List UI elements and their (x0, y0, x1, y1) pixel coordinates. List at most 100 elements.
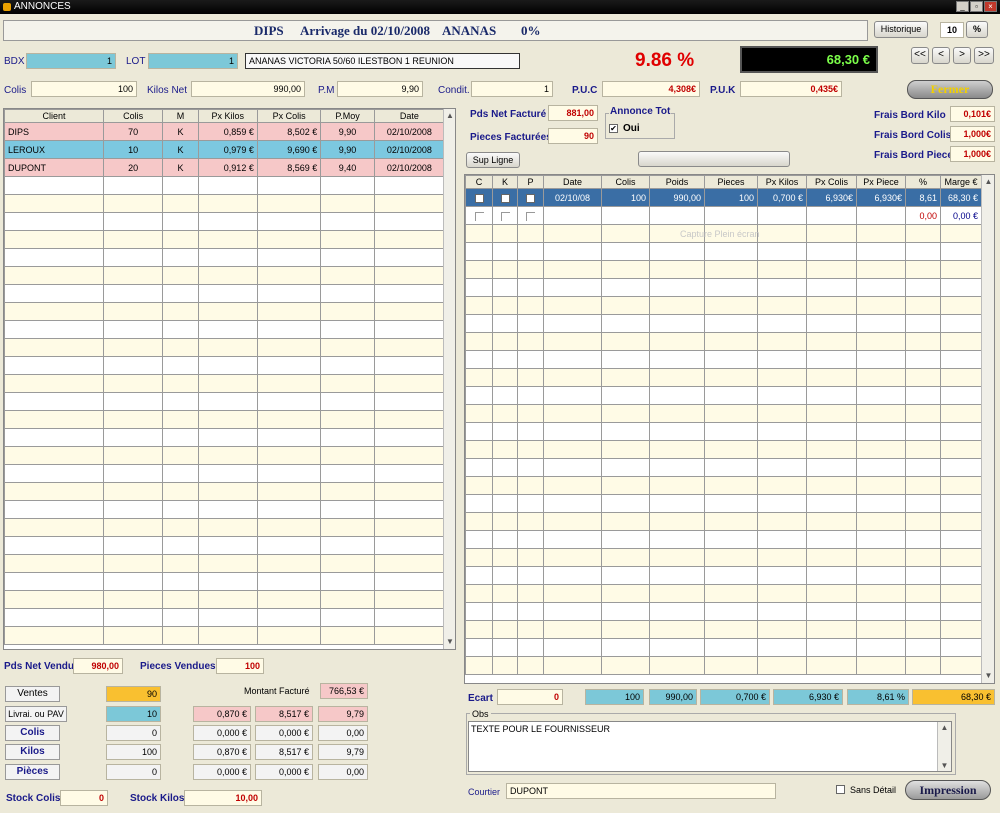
table-row[interactable] (4, 302, 446, 321)
pieces-facturees-field[interactable]: 90 (548, 128, 598, 144)
table-row[interactable] (4, 572, 446, 591)
table-cell[interactable] (649, 656, 705, 675)
table-cell[interactable] (757, 638, 807, 657)
table-cell[interactable]: 100 (704, 188, 758, 207)
table-row[interactable] (4, 338, 446, 357)
table-cell[interactable]: 0,979 € (197, 140, 258, 159)
table-cell[interactable] (757, 584, 807, 603)
table-cell[interactable] (517, 242, 544, 261)
table-cell[interactable] (373, 374, 446, 393)
table-cell[interactable] (162, 212, 199, 231)
table-row[interactable] (465, 656, 982, 675)
table-cell[interactable] (256, 248, 322, 267)
minimize-button[interactable]: _ (956, 1, 969, 12)
table-cell[interactable]: 6,930€ (806, 188, 857, 207)
table-cell[interactable] (601, 206, 650, 225)
historique-button[interactable]: Historique (874, 21, 928, 38)
table-cell[interactable] (373, 356, 446, 375)
table-cell[interactable] (373, 464, 446, 483)
table-cell[interactable]: K (162, 122, 199, 141)
table-cell[interactable] (103, 536, 164, 555)
table-cell[interactable] (905, 422, 941, 441)
table-row[interactable] (4, 248, 446, 267)
table-cell[interactable] (543, 422, 602, 441)
table-cell[interactable] (905, 368, 941, 387)
table-row[interactable]: DUPONT 20 K 0,912 €8,569 €9,40 02/10/2008 (4, 158, 446, 177)
table-cell[interactable] (256, 176, 322, 195)
table-cell[interactable] (373, 482, 446, 501)
table-cell[interactable] (757, 530, 807, 549)
table-row[interactable] (465, 314, 982, 333)
table-cell[interactable] (601, 530, 650, 549)
table-cell[interactable] (197, 212, 258, 231)
table-cell[interactable] (373, 572, 446, 591)
detail-table-header[interactable]: Px Colis (806, 175, 857, 189)
table-cell[interactable] (856, 422, 906, 441)
table-cell[interactable] (4, 428, 105, 447)
table-cell[interactable] (492, 602, 518, 621)
table-row[interactable] (4, 374, 446, 393)
table-cell[interactable] (905, 296, 941, 315)
table-cell[interactable] (517, 224, 544, 243)
table-cell[interactable] (492, 530, 518, 549)
table-cell[interactable] (806, 332, 857, 351)
table-cell[interactable] (543, 224, 602, 243)
last-record-button[interactable]: >> (974, 47, 994, 64)
table-cell[interactable] (162, 482, 199, 501)
table-row[interactable] (4, 608, 446, 627)
table-cell[interactable] (704, 278, 758, 297)
table-cell[interactable] (4, 284, 105, 303)
table-cell[interactable] (320, 464, 375, 483)
table-row[interactable] (4, 518, 446, 537)
table-cell[interactable] (940, 620, 982, 639)
table-cell[interactable] (320, 176, 375, 195)
table-cell[interactable] (256, 428, 322, 447)
percent-button[interactable]: % (966, 21, 988, 38)
table-row[interactable]: LEROUX 10 K 0,979 €9,690 €9,90 02/10/2008 (4, 140, 446, 159)
table-cell[interactable] (517, 512, 544, 531)
table-cell[interactable] (543, 584, 602, 603)
table-cell[interactable]: DUPONT (4, 158, 105, 177)
table-cell[interactable]: 70 (103, 122, 164, 141)
table-cell[interactable] (465, 242, 493, 261)
table-cell[interactable] (856, 350, 906, 369)
table-cell[interactable] (197, 536, 258, 555)
table-cell[interactable] (649, 242, 705, 261)
table-cell[interactable] (492, 224, 518, 243)
table-cell[interactable] (856, 584, 906, 603)
table-cell[interactable] (373, 266, 446, 285)
table-cell[interactable] (905, 278, 941, 297)
table-cell[interactable] (856, 404, 906, 423)
table-cell[interactable] (543, 512, 602, 531)
table-cell[interactable] (162, 500, 199, 519)
table-cell[interactable]: 9,90 (320, 122, 375, 141)
table-cell[interactable] (492, 278, 518, 297)
table-cell[interactable] (601, 548, 650, 567)
table-cell[interactable] (162, 464, 199, 483)
table-cell[interactable] (4, 518, 105, 537)
table-cell[interactable] (940, 458, 982, 477)
table-cell[interactable] (103, 374, 164, 393)
table-cell[interactable] (704, 494, 758, 513)
detail-table-header[interactable]: K (492, 175, 518, 189)
table-cell[interactable] (543, 206, 602, 225)
table-cell[interactable] (320, 572, 375, 591)
table-cell[interactable] (320, 500, 375, 519)
table-cell[interactable] (256, 266, 322, 285)
table-cell[interactable] (704, 422, 758, 441)
table-cell[interactable] (465, 638, 493, 657)
table-cell[interactable] (103, 500, 164, 519)
table-cell[interactable] (320, 536, 375, 555)
table-cell[interactable] (757, 602, 807, 621)
client-table-header[interactable]: M (162, 109, 199, 123)
table-cell[interactable] (704, 584, 758, 603)
table-cell[interactable] (905, 638, 941, 657)
table-cell[interactable] (806, 386, 857, 405)
table-cell[interactable] (197, 446, 258, 465)
table-cell[interactable] (806, 224, 857, 243)
colis-field[interactable]: 100 (31, 81, 137, 97)
pieces-px-colis[interactable]: 0,000 € (255, 764, 313, 780)
table-cell[interactable]: 02/10/2008 (373, 158, 446, 177)
table-cell[interactable] (704, 260, 758, 279)
table-cell[interactable] (103, 266, 164, 285)
